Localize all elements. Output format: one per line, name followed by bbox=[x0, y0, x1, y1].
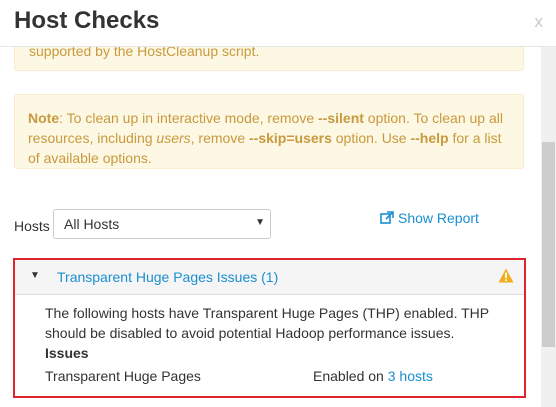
hosts-count-link[interactable]: 3 hosts bbox=[388, 368, 433, 384]
note-label: Note bbox=[28, 110, 60, 126]
option-skip-users: --skip=users bbox=[249, 130, 332, 146]
option-silent: --silent bbox=[318, 110, 364, 126]
note-alert: Note: To clean up in interactive mode, r… bbox=[14, 94, 524, 169]
cleanup-info-alert: supported by the HostCleanup script. bbox=[14, 47, 524, 71]
hosts-select-value: All Hosts bbox=[64, 216, 120, 232]
option-help: --help bbox=[410, 130, 449, 146]
caret-down-icon: ▼ bbox=[30, 270, 40, 281]
hosts-select[interactable]: All Hosts ▼ bbox=[53, 209, 271, 239]
issue-name: Transparent Huge Pages bbox=[45, 368, 201, 384]
warning-icon bbox=[498, 268, 514, 288]
panel-title[interactable]: Transparent Huge Pages Issues (1) bbox=[57, 269, 278, 285]
panel-description: The following hosts have Transparent Hug… bbox=[45, 305, 489, 341]
dialog-title: Host Checks bbox=[14, 7, 160, 34]
note-text: : To clean up in interactive mode, remov… bbox=[59, 110, 319, 126]
dialog-header: Host Checks x bbox=[0, 0, 556, 47]
thp-issues-panel-header[interactable]: ▼ Transparent Huge Pages Issues (1) bbox=[15, 260, 524, 295]
dialog-body: supported by the HostCleanup script. Not… bbox=[0, 47, 541, 407]
show-report-label: Show Report bbox=[398, 210, 479, 226]
thp-issues-panel: ▼ Transparent Huge Pages Issues (1) The … bbox=[13, 258, 526, 398]
issues-heading: Issues bbox=[45, 345, 89, 361]
note-text: , remove bbox=[190, 130, 249, 146]
external-link-icon bbox=[380, 211, 394, 224]
users-word: users bbox=[156, 130, 191, 146]
scrollbar-thumb[interactable] bbox=[542, 142, 555, 347]
close-button[interactable]: x bbox=[535, 12, 544, 32]
show-report-link[interactable]: Show Report bbox=[380, 210, 479, 226]
scrollbar[interactable] bbox=[541, 47, 556, 407]
cleanup-info-text: supported by the HostCleanup script. bbox=[29, 47, 260, 59]
hosts-label: Hosts bbox=[14, 218, 50, 234]
chevron-down-icon: ▼ bbox=[255, 217, 265, 228]
note-text: option. Use bbox=[331, 130, 411, 146]
issue-status: Enabled on 3 hosts bbox=[313, 368, 433, 384]
issue-status-text: Enabled on bbox=[313, 368, 388, 384]
